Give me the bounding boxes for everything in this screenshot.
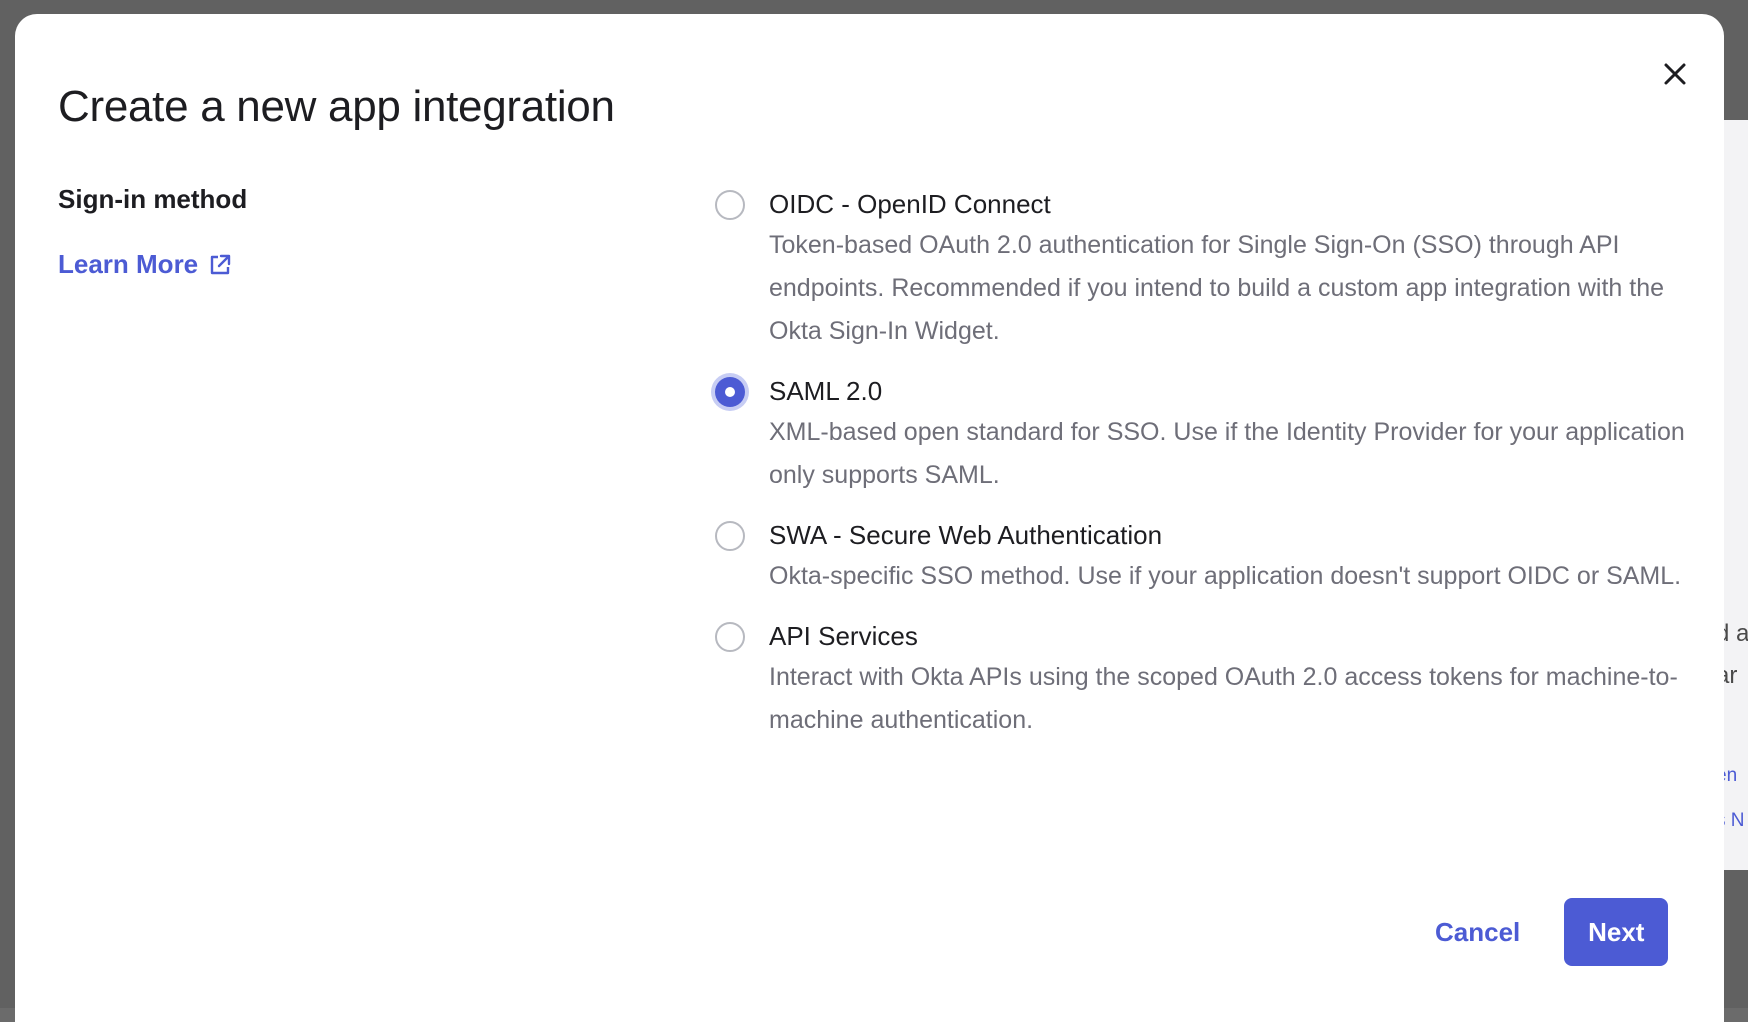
radio-oidc[interactable] — [715, 190, 745, 220]
option-title: SAML 2.0 — [769, 371, 1705, 411]
option-title: API Services — [769, 616, 1705, 656]
learn-more-link[interactable]: Learn More — [58, 249, 247, 280]
create-app-integration-dialog: Create a new app integration Sign-in met… — [15, 14, 1724, 1022]
dialog-title: Create a new app integration — [58, 82, 615, 132]
option-description: XML-based open standard for SSO. Use if … — [769, 411, 1705, 497]
external-link-icon — [208, 253, 232, 277]
dialog-footer: Cancel Next — [1435, 898, 1668, 966]
option-description: Okta-specific SSO method. Use if your ap… — [769, 555, 1705, 598]
option-api-services[interactable]: API Services Interact with Okta APIs usi… — [715, 616, 1705, 742]
radio-swa[interactable] — [715, 521, 745, 551]
option-description: Token-based OAuth 2.0 authentication for… — [769, 224, 1705, 353]
close-icon — [1662, 61, 1688, 87]
sign-in-method-info: Sign-in method Learn More — [58, 184, 247, 280]
radio-saml[interactable] — [715, 377, 745, 407]
option-saml[interactable]: SAML 2.0 XML-based open standard for SSO… — [715, 371, 1705, 497]
radio-api-services[interactable] — [715, 622, 745, 652]
close-button[interactable] — [1655, 54, 1695, 94]
next-button[interactable]: Next — [1564, 898, 1668, 966]
option-title: OIDC - OpenID Connect — [769, 184, 1705, 224]
section-label: Sign-in method — [58, 184, 247, 215]
option-oidc[interactable]: OIDC - OpenID Connect Token-based OAuth … — [715, 184, 1705, 353]
option-title: SWA - Secure Web Authentication — [769, 515, 1705, 555]
cancel-button[interactable]: Cancel — [1435, 917, 1520, 948]
learn-more-label: Learn More — [58, 249, 198, 280]
sign-in-method-radio-group: OIDC - OpenID Connect Token-based OAuth … — [715, 184, 1705, 760]
option-swa[interactable]: SWA - Secure Web Authentication Okta-spe… — [715, 515, 1705, 598]
option-description: Interact with Okta APIs using the scoped… — [769, 656, 1705, 742]
